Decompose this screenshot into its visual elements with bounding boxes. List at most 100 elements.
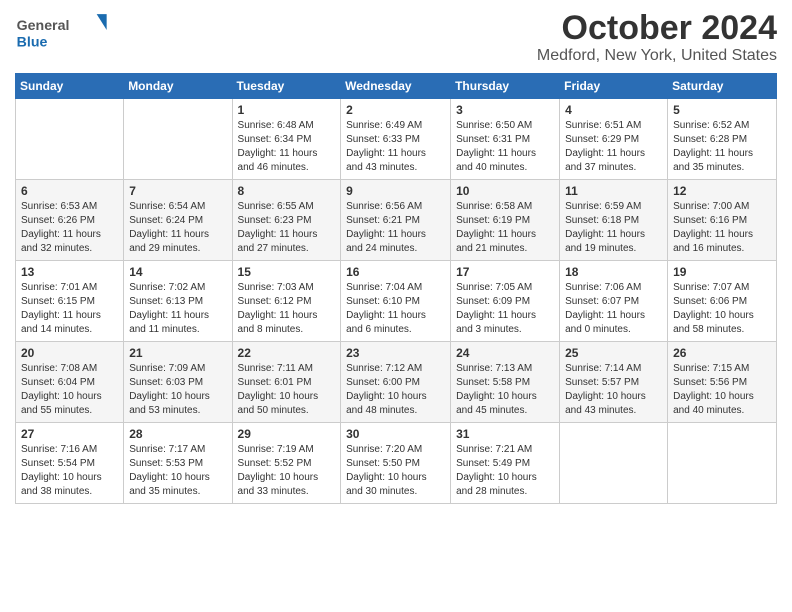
day-detail: Sunrise: 7:19 AMSunset: 5:52 PMDaylight:… <box>238 443 336 499</box>
week-row-3: 13 Sunrise: 7:01 AMSunset: 6:15 PMDayligh… <box>16 261 777 342</box>
day-number: 27 <box>21 427 118 441</box>
week-row-5: 27 Sunrise: 7:16 AMSunset: 5:54 PMDayligh… <box>16 423 777 504</box>
calendar-cell: 15 Sunrise: 7:03 AMSunset: 6:12 PMDayligh… <box>232 261 341 342</box>
day-detail: Sunrise: 7:16 AMSunset: 5:54 PMDaylight:… <box>21 443 118 499</box>
calendar-cell: 24 Sunrise: 7:13 AMSunset: 5:58 PMDayligh… <box>451 342 560 423</box>
day-detail: Sunrise: 6:55 AMSunset: 6:23 PMDaylight:… <box>238 200 336 256</box>
calendar-cell: 14 Sunrise: 7:02 AMSunset: 6:13 PMDayligh… <box>124 261 232 342</box>
day-number: 12 <box>673 184 771 198</box>
weekday-header-friday: Friday <box>560 74 668 99</box>
day-detail: Sunrise: 7:13 AMSunset: 5:58 PMDaylight:… <box>456 362 554 418</box>
day-detail: Sunrise: 7:00 AMSunset: 6:16 PMDaylight:… <box>673 200 771 256</box>
day-number: 9 <box>346 184 445 198</box>
calendar-cell: 11 Sunrise: 6:59 AMSunset: 6:18 PMDayligh… <box>560 180 668 261</box>
day-number: 10 <box>456 184 554 198</box>
day-detail: Sunrise: 7:09 AMSunset: 6:03 PMDaylight:… <box>129 362 226 418</box>
calendar-cell: 21 Sunrise: 7:09 AMSunset: 6:03 PMDayligh… <box>124 342 232 423</box>
weekday-header-row: SundayMondayTuesdayWednesdayThursdayFrid… <box>16 74 777 99</box>
day-detail: Sunrise: 6:50 AMSunset: 6:31 PMDaylight:… <box>456 119 554 175</box>
day-number: 17 <box>456 265 554 279</box>
day-number: 22 <box>238 346 336 360</box>
calendar-cell: 18 Sunrise: 7:06 AMSunset: 6:07 PMDayligh… <box>560 261 668 342</box>
calendar-cell: 17 Sunrise: 7:05 AMSunset: 6:09 PMDayligh… <box>451 261 560 342</box>
day-detail: Sunrise: 7:20 AMSunset: 5:50 PMDaylight:… <box>346 443 445 499</box>
calendar-cell: 19Sunrise: 7:07 AMSunset: 6:06 PMDayligh… <box>668 261 777 342</box>
weekday-header-thursday: Thursday <box>451 74 560 99</box>
day-detail: Sunrise: 7:17 AMSunset: 5:53 PMDaylight:… <box>129 443 226 499</box>
calendar-cell: 27 Sunrise: 7:16 AMSunset: 5:54 PMDayligh… <box>16 423 124 504</box>
day-number: 2 <box>346 103 445 117</box>
calendar-cell: 1 Sunrise: 6:48 AMSunset: 6:34 PMDaylight… <box>232 99 341 180</box>
calendar-cell: 20Sunrise: 7:08 AMSunset: 6:04 PMDayligh… <box>16 342 124 423</box>
day-detail: Sunrise: 7:12 AMSunset: 6:00 PMDaylight:… <box>346 362 445 418</box>
calendar-cell: 26Sunrise: 7:15 AMSunset: 5:56 PMDayligh… <box>668 342 777 423</box>
day-number: 31 <box>456 427 554 441</box>
day-detail: Sunrise: 6:59 AMSunset: 6:18 PMDaylight:… <box>565 200 662 256</box>
day-detail: Sunrise: 6:48 AMSunset: 6:34 PMDaylight:… <box>238 119 336 175</box>
day-number: 5 <box>673 103 771 117</box>
week-row-2: 6 Sunrise: 6:53 AMSunset: 6:26 PMDaylight… <box>16 180 777 261</box>
calendar-cell: 2 Sunrise: 6:49 AMSunset: 6:33 PMDaylight… <box>341 99 451 180</box>
svg-text:General: General <box>17 18 70 34</box>
calendar-cell: 13 Sunrise: 7:01 AMSunset: 6:15 PMDayligh… <box>16 261 124 342</box>
day-number: 24 <box>456 346 554 360</box>
day-number: 8 <box>238 184 336 198</box>
calendar-cell: 8 Sunrise: 6:55 AMSunset: 6:23 PMDaylight… <box>232 180 341 261</box>
day-number: 14 <box>129 265 226 279</box>
main-container: General Blue October 2024 Medford, New Y… <box>0 0 792 519</box>
day-detail: Sunrise: 7:03 AMSunset: 6:12 PMDaylight:… <box>238 281 336 337</box>
calendar-cell: 28Sunrise: 7:17 AMSunset: 5:53 PMDayligh… <box>124 423 232 504</box>
calendar-table: SundayMondayTuesdayWednesdayThursdayFrid… <box>15 73 777 504</box>
day-number: 15 <box>238 265 336 279</box>
day-number: 26 <box>673 346 771 360</box>
day-detail: Sunrise: 7:21 AMSunset: 5:49 PMDaylight:… <box>456 443 554 499</box>
week-row-4: 20Sunrise: 7:08 AMSunset: 6:04 PMDayligh… <box>16 342 777 423</box>
calendar-cell: 7Sunrise: 6:54 AMSunset: 6:24 PMDaylight… <box>124 180 232 261</box>
day-number: 20 <box>21 346 118 360</box>
calendar-cell: 22 Sunrise: 7:11 AMSunset: 6:01 PMDayligh… <box>232 342 341 423</box>
day-detail: Sunrise: 7:06 AMSunset: 6:07 PMDaylight:… <box>565 281 662 337</box>
day-detail: Sunrise: 7:01 AMSunset: 6:15 PMDaylight:… <box>21 281 118 337</box>
calendar-body: 1 Sunrise: 6:48 AMSunset: 6:34 PMDaylight… <box>16 99 777 504</box>
day-detail: Sunrise: 6:52 AMSunset: 6:28 PMDaylight:… <box>673 119 771 175</box>
day-number: 16 <box>346 265 445 279</box>
day-number: 11 <box>565 184 662 198</box>
title-area: October 2024 Medford, New York, United S… <box>537 10 777 65</box>
calendar-cell: 29 Sunrise: 7:19 AMSunset: 5:52 PMDayligh… <box>232 423 341 504</box>
day-number: 6 <box>21 184 118 198</box>
calendar-cell <box>668 423 777 504</box>
calendar-cell: 23 Sunrise: 7:12 AMSunset: 6:00 PMDayligh… <box>341 342 451 423</box>
day-number: 25 <box>565 346 662 360</box>
day-detail: Sunrise: 6:49 AMSunset: 6:33 PMDaylight:… <box>346 119 445 175</box>
day-detail: Sunrise: 6:53 AMSunset: 6:26 PMDaylight:… <box>21 200 118 256</box>
day-number: 13 <box>21 265 118 279</box>
calendar-cell <box>124 99 232 180</box>
day-detail: Sunrise: 7:02 AMSunset: 6:13 PMDaylight:… <box>129 281 226 337</box>
day-number: 3 <box>456 103 554 117</box>
calendar-cell: 31 Sunrise: 7:21 AMSunset: 5:49 PMDayligh… <box>451 423 560 504</box>
day-detail: Sunrise: 7:04 AMSunset: 6:10 PMDaylight:… <box>346 281 445 337</box>
weekday-header-sunday: Sunday <box>16 74 124 99</box>
month-title: October 2024 <box>537 10 777 47</box>
header: General Blue October 2024 Medford, New Y… <box>15 10 777 65</box>
day-number: 23 <box>346 346 445 360</box>
day-number: 7 <box>129 184 226 198</box>
weekday-header-saturday: Saturday <box>668 74 777 99</box>
calendar-cell <box>16 99 124 180</box>
day-number: 21 <box>129 346 226 360</box>
day-number: 18 <box>565 265 662 279</box>
calendar-cell: 4Sunrise: 6:51 AMSunset: 6:29 PMDaylight… <box>560 99 668 180</box>
weekday-header-wednesday: Wednesday <box>341 74 451 99</box>
calendar-cell: 25Sunrise: 7:14 AMSunset: 5:57 PMDayligh… <box>560 342 668 423</box>
calendar-cell: 12 Sunrise: 7:00 AMSunset: 6:16 PMDayligh… <box>668 180 777 261</box>
day-detail: Sunrise: 7:11 AMSunset: 6:01 PMDaylight:… <box>238 362 336 418</box>
calendar-cell: 6 Sunrise: 6:53 AMSunset: 6:26 PMDaylight… <box>16 180 124 261</box>
day-number: 29 <box>238 427 336 441</box>
day-detail: Sunrise: 6:58 AMSunset: 6:19 PMDaylight:… <box>456 200 554 256</box>
logo: General Blue <box>15 10 115 55</box>
day-detail: Sunrise: 7:05 AMSunset: 6:09 PMDaylight:… <box>456 281 554 337</box>
weekday-header-monday: Monday <box>124 74 232 99</box>
day-detail: Sunrise: 6:51 AMSunset: 6:29 PMDaylight:… <box>565 119 662 175</box>
calendar-cell: 30Sunrise: 7:20 AMSunset: 5:50 PMDayligh… <box>341 423 451 504</box>
day-number: 1 <box>238 103 336 117</box>
